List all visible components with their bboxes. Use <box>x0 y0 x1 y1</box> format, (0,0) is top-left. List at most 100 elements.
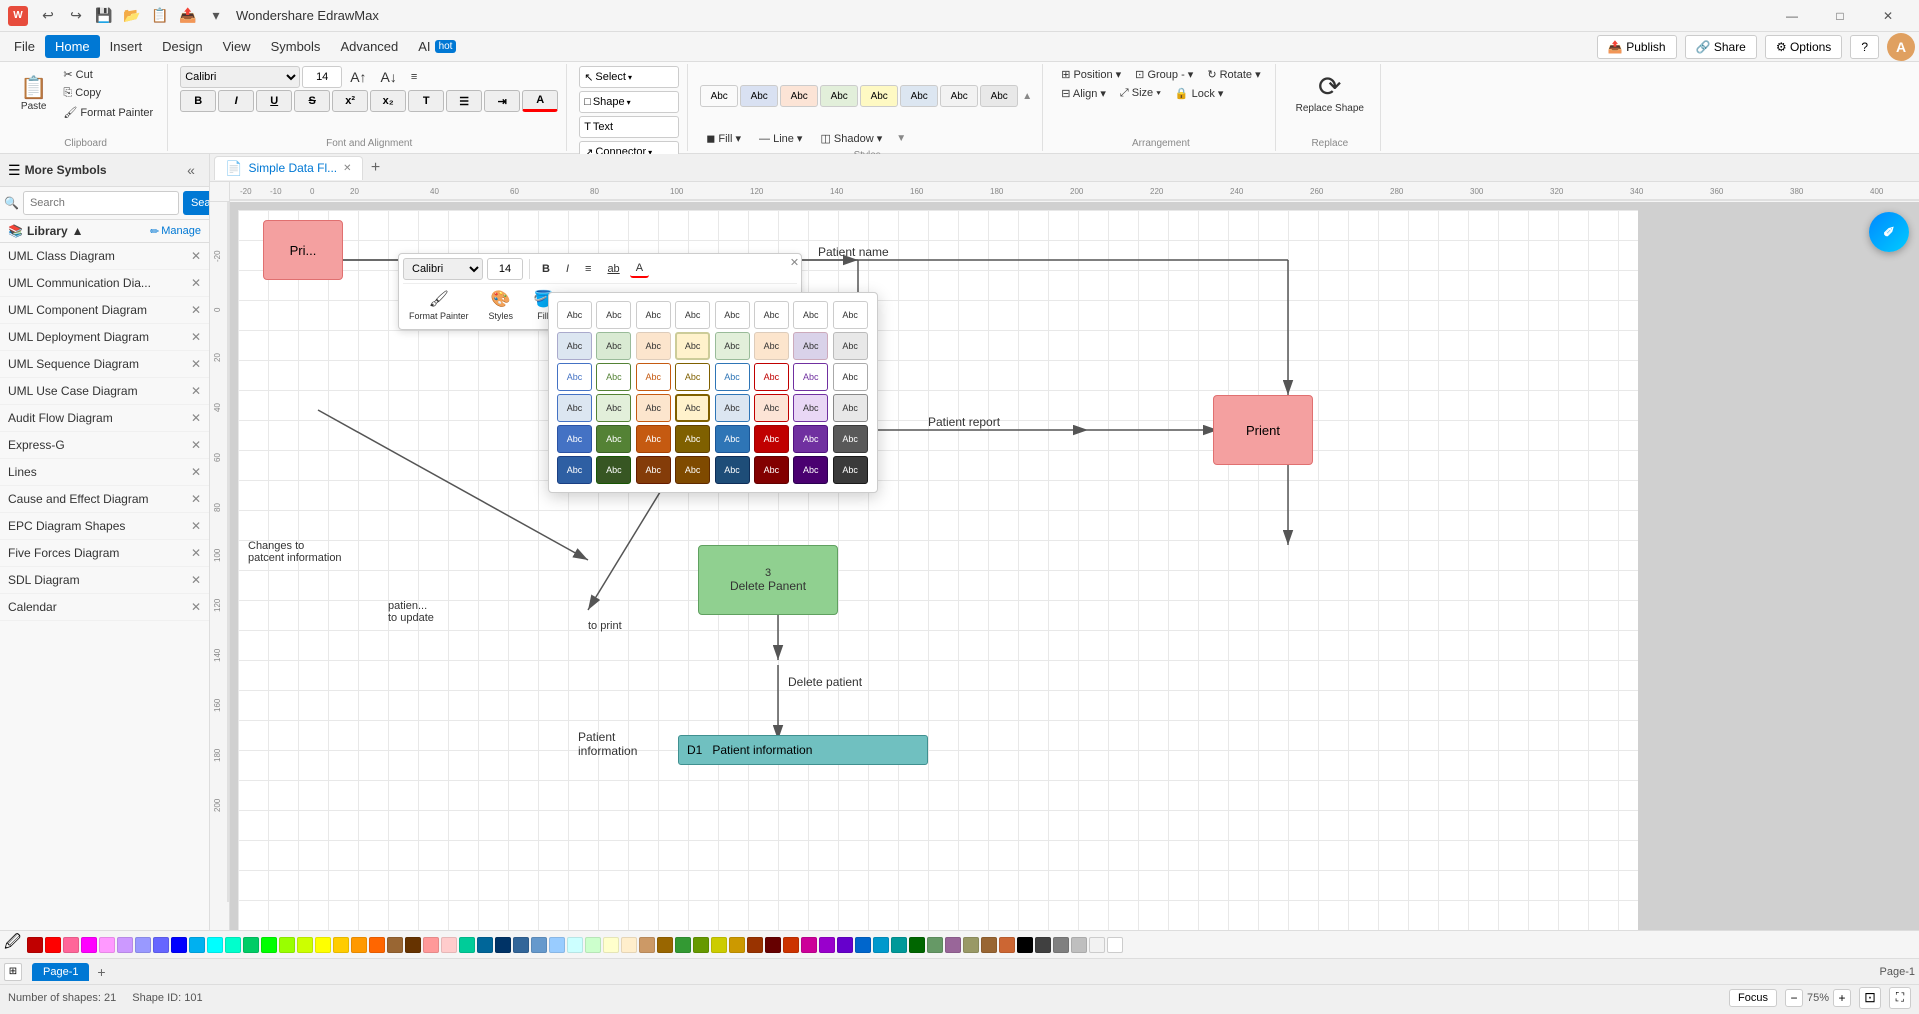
color-swatch-purple[interactable] <box>819 937 835 953</box>
sidebar-item-five-forces[interactable]: Five Forces Diagram ✕ <box>0 540 209 567</box>
sidebar-item-uml-component[interactable]: UML Component Diagram ✕ <box>0 297 209 324</box>
sp-5-8[interactable]: Abc <box>833 425 868 453</box>
color-swatch-firebrick[interactable] <box>783 937 799 953</box>
color-swatch-sienna[interactable] <box>747 937 763 953</box>
color-swatch-cyan[interactable] <box>207 937 223 953</box>
sp-1-1[interactable]: Abc <box>557 301 592 329</box>
sidebar-item-cause[interactable]: Cause and Effect Diagram ✕ <box>0 486 209 513</box>
sp-2-7[interactable]: Abc <box>793 332 828 360</box>
color-swatch-darkcyan[interactable] <box>891 937 907 953</box>
sidebar-item-audit-close[interactable]: ✕ <box>191 411 201 425</box>
sp-4-8[interactable]: Abc <box>833 394 868 422</box>
sp-3-2[interactable]: Abc <box>596 363 631 391</box>
menu-view[interactable]: View <box>213 35 261 58</box>
color-swatch-magenta[interactable] <box>81 937 97 953</box>
color-swatch-darkred[interactable] <box>27 937 43 953</box>
float-styles-btn[interactable]: 🎨 Styles <box>483 287 520 323</box>
color-swatch-maroon[interactable] <box>765 937 781 953</box>
sp-1-5[interactable]: Abc <box>715 301 750 329</box>
sidebar-item-audit[interactable]: Audit Flow Diagram ✕ <box>0 405 209 432</box>
shadow-btn[interactable]: ◫ Shadow ▾ <box>814 130 888 147</box>
sidebar-item-calendar[interactable]: Calendar ✕ <box>0 594 209 621</box>
sp-5-7[interactable]: Abc <box>793 425 828 453</box>
shape-patient-info[interactable]: D1 Patient information <box>678 735 928 765</box>
style-swatch-6[interactable]: Abc <box>900 85 938 107</box>
shape-btn[interactable]: □ Shape ▾ <box>579 91 679 113</box>
sidebar-item-uml-sequence[interactable]: UML Sequence Diagram ✕ <box>0 351 209 378</box>
sp-3-7[interactable]: Abc <box>793 363 828 391</box>
color-swatch-blue2[interactable] <box>171 937 187 953</box>
color-swatch-yellow-green[interactable] <box>297 937 313 953</box>
sp-5-4[interactable]: Abc <box>675 425 710 453</box>
style-swatch-3[interactable]: Abc <box>780 85 818 107</box>
color-swatch-peach[interactable] <box>621 937 637 953</box>
color-swatch-lightgray[interactable] <box>1071 937 1087 953</box>
color-swatch-olivedrab[interactable] <box>693 937 709 953</box>
fit-btn[interactable]: ⊡ <box>1859 987 1881 1009</box>
focus-btn[interactable]: Focus <box>1729 989 1777 1007</box>
sp-1-2[interactable]: Abc <box>596 301 631 329</box>
color-swatch-periwinkle[interactable] <box>135 937 151 953</box>
float-underline-btn[interactable]: ab <box>601 261 625 277</box>
maximize-btn[interactable]: □ <box>1817 0 1863 32</box>
export-btn[interactable]: 📤 <box>176 4 200 28</box>
sp-6-1[interactable]: Abc <box>557 456 592 484</box>
menu-advanced[interactable]: Advanced <box>330 35 408 58</box>
color-swatch-chocolate[interactable] <box>999 937 1015 953</box>
sp-4-2[interactable]: Abc <box>596 394 631 422</box>
search-button[interactable]: Search <box>183 191 210 215</box>
sp-1-6[interactable]: Abc <box>754 301 789 329</box>
float-italic-btn[interactable]: I <box>560 261 575 277</box>
zoom-in-btn[interactable]: + <box>1833 989 1851 1007</box>
subscript-btn[interactable]: x₂ <box>370 90 406 112</box>
help-btn[interactable]: ? <box>1850 35 1879 59</box>
manage-btn[interactable]: ✏ Manage <box>150 225 201 238</box>
style-swatch-2[interactable]: Abc <box>740 85 778 107</box>
strikethrough-btn[interactable]: S <box>294 90 330 112</box>
styles-scroll-up[interactable]: ▲ <box>1020 66 1034 126</box>
sidebar-item-uml-deployment[interactable]: UML Deployment Diagram ✕ <box>0 324 209 351</box>
color-swatch-plum[interactable] <box>945 937 961 953</box>
options-btn[interactable]: ⚙ Options <box>1765 35 1842 59</box>
font-decrease-btn[interactable]: A↓ <box>375 67 403 87</box>
page-tab-add-btn[interactable]: + <box>91 962 111 982</box>
align-btn[interactable]: ⊟ Align ▾ <box>1055 85 1112 102</box>
sp-6-6[interactable]: Abc <box>754 456 789 484</box>
rotate-btn[interactable]: ↻ Rotate ▾ <box>1201 66 1266 83</box>
color-swatch-gold[interactable] <box>333 937 349 953</box>
menu-design[interactable]: Design <box>152 35 212 58</box>
color-swatch-lightcyan[interactable] <box>567 937 583 953</box>
sp-3-1[interactable]: Abc <box>557 363 592 391</box>
sp-4-3[interactable]: Abc <box>636 394 671 422</box>
sp-6-8[interactable]: Abc <box>833 456 868 484</box>
shape-pri[interactable]: Pri... <box>263 220 343 280</box>
color-swatch-teal[interactable] <box>225 937 241 953</box>
sp-3-6[interactable]: Abc <box>754 363 789 391</box>
more-btn[interactable]: ▾ <box>204 4 228 28</box>
sp-3-4[interactable]: Abc <box>675 363 710 391</box>
sidebar-item-sdl[interactable]: SDL Diagram ✕ <box>0 567 209 594</box>
color-swatch-navyblue[interactable] <box>495 937 511 953</box>
color-swatch-brown[interactable] <box>387 937 403 953</box>
tab-simple-data[interactable]: 📄 Simple Data Fl... ✕ <box>214 156 363 180</box>
tab-add-btn[interactable]: + <box>365 157 387 179</box>
font-color-btn[interactable]: A <box>522 90 558 112</box>
color-swatch-pink[interactable] <box>63 937 79 953</box>
color-swatch-gray[interactable] <box>1053 937 1069 953</box>
sidebar-item-epc[interactable]: EPC Diagram Shapes ✕ <box>0 513 209 540</box>
text-align-btn[interactable]: ≡ <box>405 69 423 85</box>
color-swatch-royalblue[interactable] <box>855 937 871 953</box>
float-color-btn[interactable]: A <box>630 260 649 278</box>
float-align-btn[interactable]: ≡ <box>579 261 597 277</box>
color-swatch-tealblue[interactable] <box>477 937 493 953</box>
sp-2-8[interactable]: Abc <box>833 332 868 360</box>
template-btn[interactable]: 📋 <box>148 4 172 28</box>
lock-btn[interactable]: 🔒 Lock ▾ <box>1169 85 1230 102</box>
size-btn[interactable]: ⤢ Size ▾ <box>1114 85 1167 102</box>
float-format-painter-btn[interactable]: 🖌 Format Painter <box>403 287 475 323</box>
redo-btn[interactable]: ↪ <box>64 4 88 28</box>
sp-3-5[interactable]: Abc <box>715 363 750 391</box>
sidebar-item-cause-close[interactable]: ✕ <box>191 492 201 506</box>
search-input[interactable] <box>23 191 179 215</box>
color-swatch-darkgray[interactable] <box>1035 937 1051 953</box>
